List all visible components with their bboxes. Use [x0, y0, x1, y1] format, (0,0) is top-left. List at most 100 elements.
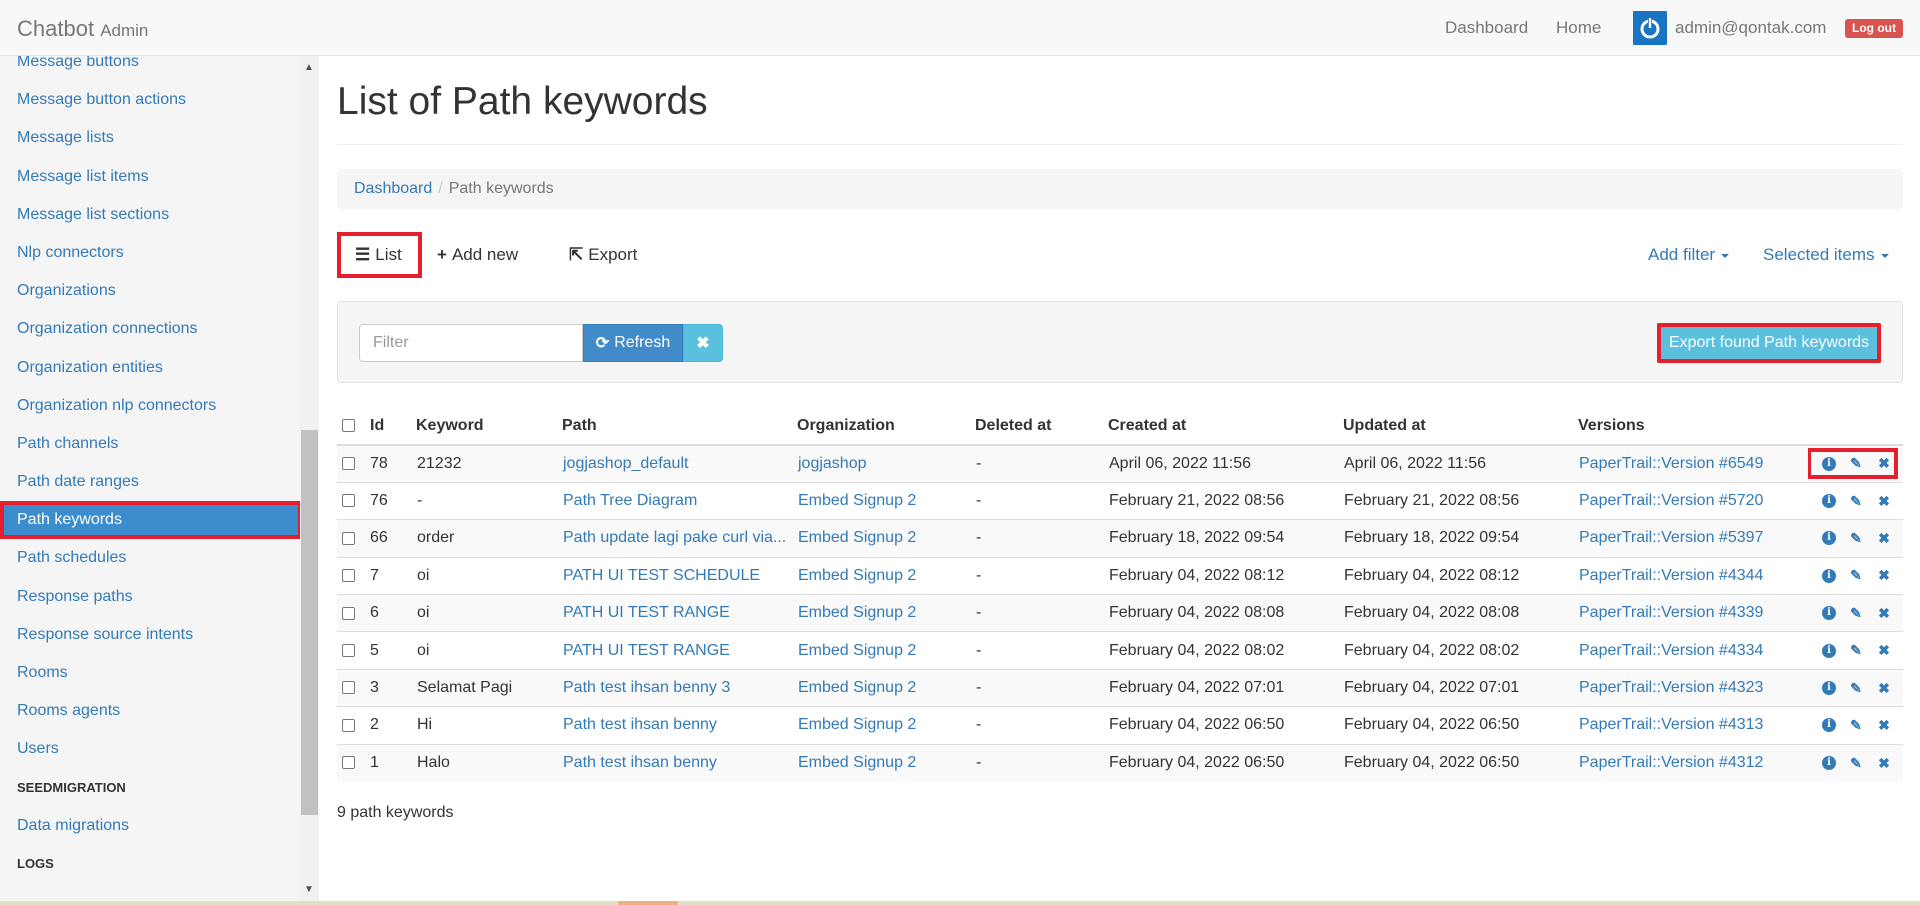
delete-icon[interactable]: ✖ [1876, 493, 1892, 510]
cell-version-link[interactable]: PaperTrail::Version #5397 [1579, 529, 1763, 546]
cell-version-link[interactable]: PaperTrail::Version #4334 [1579, 642, 1763, 659]
row-checkbox[interactable] [342, 457, 355, 471]
row-checkbox[interactable] [342, 681, 355, 695]
sidebar-item-response-source-intents[interactable]: Response source intents [0, 616, 300, 654]
sidebar-item-data-migrations[interactable]: Data migrations [0, 807, 300, 845]
info-icon[interactable]: i [1822, 756, 1836, 771]
info-icon[interactable]: i [1822, 643, 1836, 658]
cell-version-link[interactable]: PaperTrail::Version #4339 [1579, 604, 1763, 621]
cell-version-link[interactable]: PaperTrail::Version #5720 [1579, 492, 1763, 509]
cell-version-link[interactable]: PaperTrail::Version #4344 [1579, 567, 1763, 584]
cell-organization-link[interactable]: Embed Signup 2 [798, 679, 916, 696]
refresh-button[interactable]: ⟳ Refresh [583, 324, 683, 362]
cell-path-link[interactable]: Path test ihsan benny 3 [563, 679, 730, 696]
sidebar-item-path-schedules[interactable]: Path schedules [0, 539, 300, 577]
sidebar-item-message-list-sections[interactable]: Message list sections [0, 196, 300, 234]
info-icon[interactable]: i [1822, 606, 1836, 621]
sidebar-item-rooms[interactable]: Rooms [0, 654, 300, 692]
info-icon[interactable]: i [1822, 531, 1836, 546]
pencil-icon[interactable]: ✎ [1848, 642, 1864, 659]
row-checkbox[interactable] [342, 643, 355, 657]
pencil-icon[interactable]: ✎ [1848, 717, 1864, 734]
add-filter-dropdown[interactable]: Add filter [1648, 232, 1730, 278]
cell-path-link[interactable]: Path test ihsan benny [563, 716, 717, 733]
sidebar-item-rooms-agents[interactable]: Rooms agents [0, 692, 300, 730]
delete-icon[interactable]: ✖ [1876, 567, 1892, 584]
cell-organization-link[interactable]: jogjashop [798, 455, 867, 472]
sidebar-item-message-button-actions[interactable]: Message button actions [0, 81, 300, 119]
delete-icon[interactable]: ✖ [1876, 717, 1892, 734]
sidebar-item-organization-nlp-connectors[interactable]: Organization nlp connectors [0, 387, 300, 425]
selected-items-dropdown[interactable]: Selected items [1763, 232, 1889, 278]
cell-organization-link[interactable]: Embed Signup 2 [798, 529, 916, 546]
sidebar-item-path-channels[interactable]: Path channels [0, 425, 300, 463]
row-checkbox[interactable] [342, 531, 355, 545]
cell-path-link[interactable]: PATH UI TEST SCHEDULE [563, 567, 760, 584]
info-icon[interactable]: i [1822, 718, 1836, 733]
cell-organization-link[interactable]: Embed Signup 2 [798, 754, 916, 771]
row-checkbox[interactable] [342, 756, 355, 770]
sidebar-item-organization-connections[interactable]: Organization connections [0, 310, 300, 348]
cell-path-link[interactable]: Path Tree Diagram [563, 492, 697, 509]
cell-version-link[interactable]: PaperTrail::Version #4323 [1579, 679, 1763, 696]
scroll-up-arrow-icon[interactable]: ▲ [303, 62, 315, 74]
col-header-path[interactable]: Path [562, 408, 797, 446]
brand[interactable]: Chatbot Admin [17, 16, 148, 42]
cell-organization-link[interactable]: Embed Signup 2 [798, 642, 916, 659]
cell-organization-link[interactable]: Embed Signup 2 [798, 492, 916, 509]
sidebar-scrollbar-thumb[interactable] [301, 430, 318, 815]
info-icon[interactable]: i [1822, 456, 1836, 471]
delete-icon[interactable]: ✖ [1876, 642, 1892, 659]
col-header-organization[interactable]: Organization [797, 408, 975, 446]
cell-path-link[interactable]: Path test ihsan benny [563, 754, 717, 771]
pencil-icon[interactable]: ✎ [1848, 755, 1864, 772]
delete-icon[interactable]: ✖ [1876, 605, 1892, 622]
pencil-icon[interactable]: ✎ [1848, 567, 1864, 584]
cell-path-link[interactable]: Path update lagi pake curl via... [563, 529, 786, 546]
cell-organization-link[interactable]: Embed Signup 2 [798, 567, 916, 584]
cell-organization-link[interactable]: Embed Signup 2 [798, 716, 916, 733]
logout-button[interactable]: Log out [1845, 19, 1903, 38]
pencil-icon[interactable]: ✎ [1848, 455, 1864, 472]
col-header-id[interactable]: Id [368, 408, 416, 446]
sidebar-item-users[interactable]: Users [0, 730, 300, 768]
delete-icon[interactable]: ✖ [1876, 680, 1892, 697]
cell-version-link[interactable]: PaperTrail::Version #4313 [1579, 716, 1763, 733]
col-header-updated-at[interactable]: Updated at [1343, 408, 1578, 446]
col-header-keyword[interactable]: Keyword [416, 408, 562, 446]
cell-organization-link[interactable]: Embed Signup 2 [798, 604, 916, 621]
info-icon[interactable]: i [1822, 494, 1836, 509]
pencil-icon[interactable]: ✎ [1848, 493, 1864, 510]
delete-icon[interactable]: ✖ [1876, 755, 1892, 772]
cell-path-link[interactable]: PATH UI TEST RANGE [563, 642, 730, 659]
cell-path-link[interactable]: PATH UI TEST RANGE [563, 604, 730, 621]
sidebar-item-message-list-items[interactable]: Message list items [0, 158, 300, 196]
row-checkbox[interactable] [342, 718, 355, 732]
info-icon[interactable]: i [1822, 568, 1836, 583]
row-checkbox[interactable] [342, 494, 355, 508]
sidebar-item-nlp-connectors[interactable]: Nlp connectors [0, 234, 300, 272]
row-checkbox[interactable] [342, 569, 355, 583]
scroll-down-arrow-icon[interactable]: ▼ [303, 884, 315, 896]
cell-version-link[interactable]: PaperTrail::Version #4312 [1579, 754, 1763, 771]
col-header-created-at[interactable]: Created at [1108, 408, 1343, 446]
select-all-checkbox[interactable] [342, 419, 355, 433]
info-icon[interactable]: i [1822, 681, 1836, 696]
sidebar-item-response-paths[interactable]: Response paths [0, 578, 300, 616]
filter-input[interactable] [359, 324, 583, 362]
sidebar-item-message-buttons[interactable]: Message buttons [0, 56, 300, 81]
delete-icon[interactable]: ✖ [1876, 455, 1892, 472]
row-checkbox[interactable] [342, 606, 355, 620]
user-menu[interactable]: admin@qontak.com [1633, 11, 1826, 45]
tab-add-new[interactable]: + Add new [421, 232, 534, 278]
cell-version-link[interactable]: PaperTrail::Version #6549 [1579, 455, 1763, 472]
sidebar-item-path-keywords[interactable]: Path keywords [0, 501, 300, 540]
pencil-icon[interactable]: ✎ [1848, 605, 1864, 622]
clear-filter-button[interactable]: ✖ [683, 324, 723, 362]
export-found-button[interactable]: Export found Path keywords [1657, 323, 1881, 363]
pencil-icon[interactable]: ✎ [1848, 530, 1864, 547]
tab-list[interactable]: ☰ List [337, 232, 422, 278]
col-header-versions[interactable]: Versions [1578, 408, 1808, 446]
sidebar-item-path-date-ranges[interactable]: Path date ranges [0, 463, 300, 501]
nav-link-home[interactable]: Home [1556, 18, 1601, 38]
